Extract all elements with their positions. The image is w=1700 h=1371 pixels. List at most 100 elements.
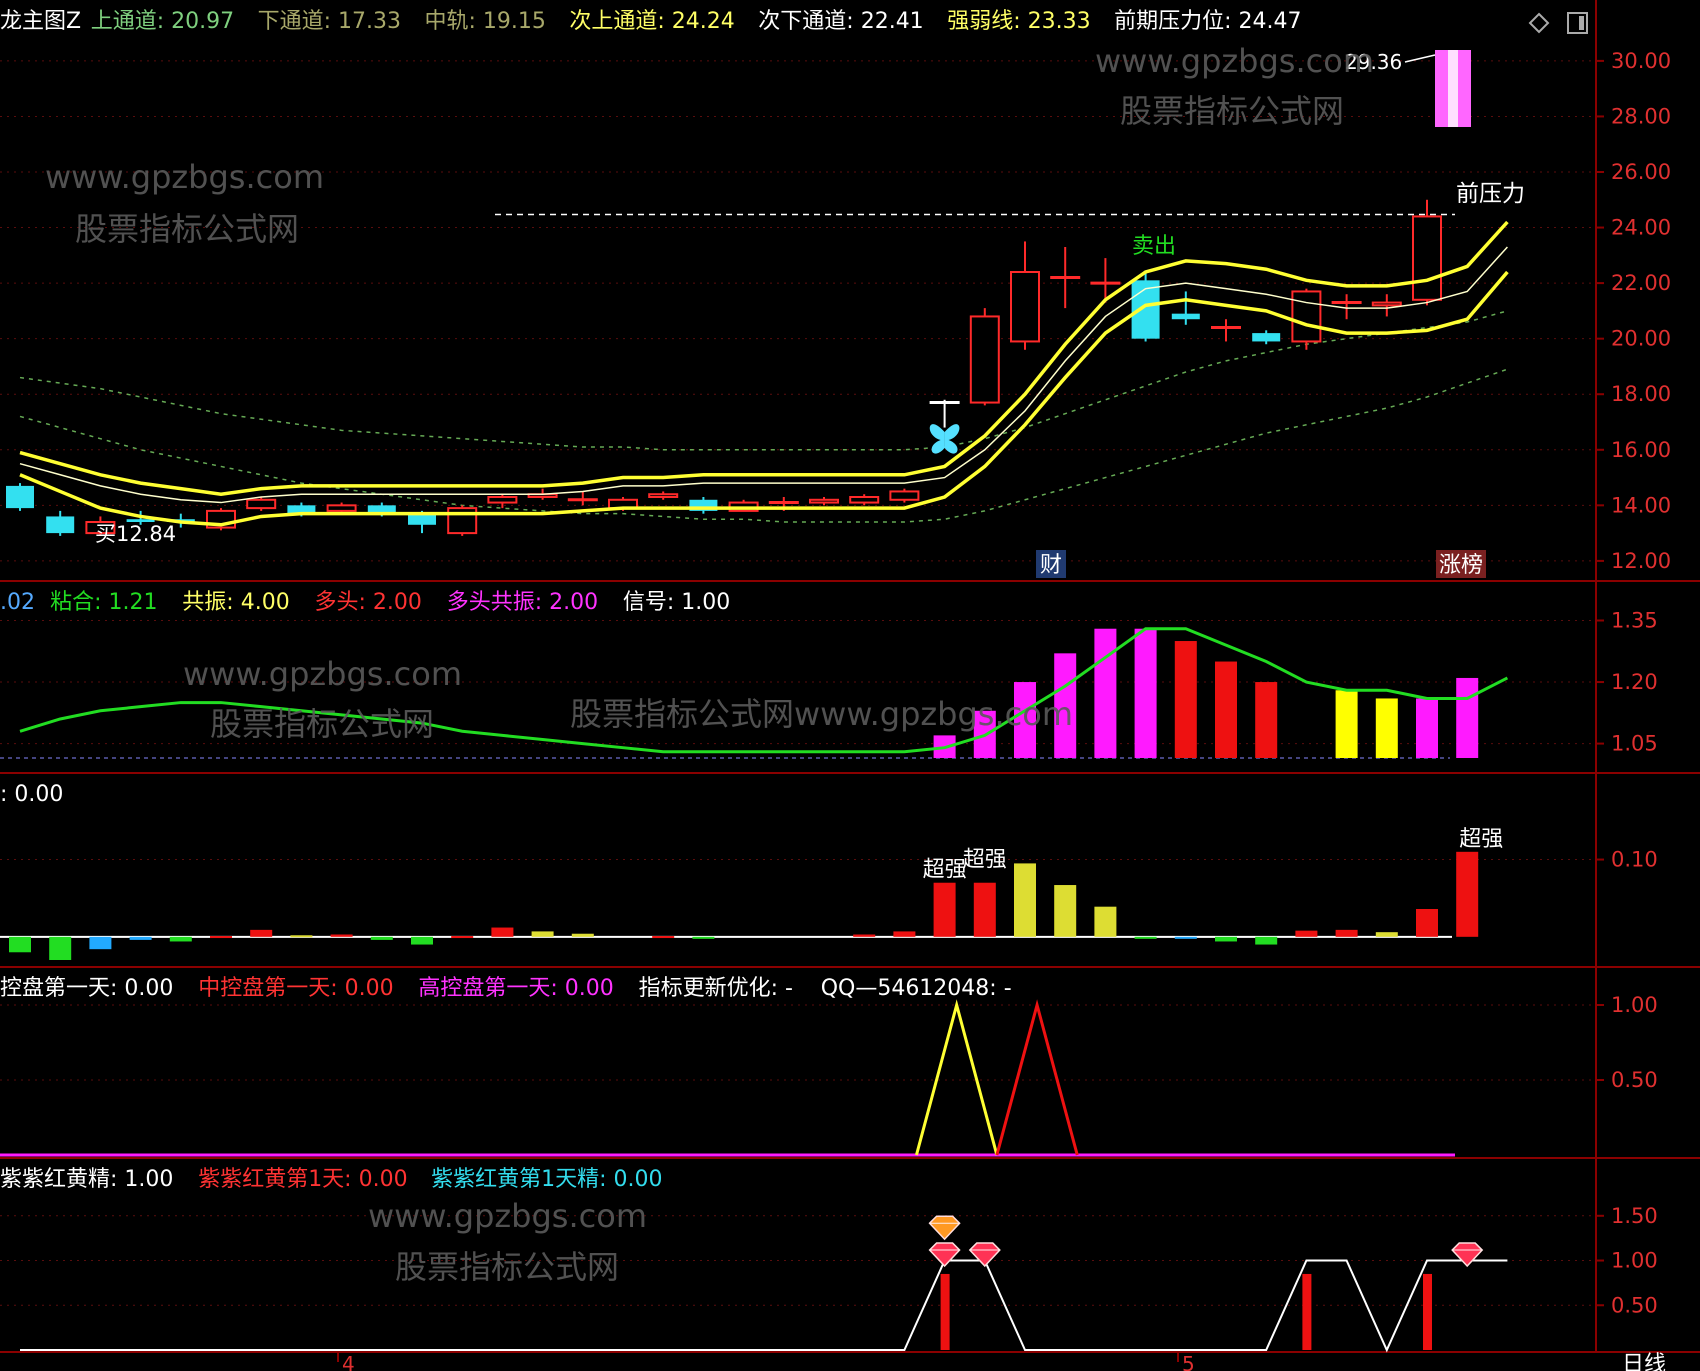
header-item: 上通道: 20.97	[91, 9, 234, 34]
y-tick-label: 1.35	[1611, 609, 1658, 633]
candle-up	[1371, 301, 1402, 307]
header-item: 控盘第一天: 0.00	[0, 976, 173, 1001]
y-tick-label: 1.00	[1611, 1249, 1658, 1273]
watermark-text: 股票指标公式网	[1120, 92, 1344, 130]
window-icon	[1567, 12, 1588, 34]
header-item: 中轨: 19.15	[425, 9, 546, 34]
y-tick-label: 12.00	[1611, 549, 1671, 573]
y-tick-label: 30.00	[1611, 49, 1671, 73]
header-item: 紫紫红黄精: 1.00	[0, 1167, 173, 1192]
sub1-bar	[1094, 628, 1117, 758]
header-item: 次下通道: 22.41	[758, 9, 923, 34]
sub2-bar	[1335, 929, 1358, 937]
watermark-text: www.gpzbgs.com	[45, 158, 324, 196]
sub2-bar	[1416, 909, 1438, 937]
channel-line	[19, 270, 1509, 527]
candle-up	[809, 498, 839, 504]
sub2-bar	[1014, 863, 1036, 937]
y-tick-label: 22.00	[1611, 271, 1671, 295]
sub2-bar	[1094, 906, 1117, 937]
stock-chart: 12.00 14.00 16.00 18.00 20.00 22.00 24.00 26.00…	[0, 0, 1700, 1371]
candle-up	[246, 498, 277, 510]
strong-label: 超强	[923, 858, 967, 883]
sub1-bar	[1456, 677, 1479, 758]
dashed-channel-line	[19, 310, 1508, 451]
sub3-peak-line	[915, 999, 999, 1156]
sub2-bar	[491, 927, 514, 937]
y-tick-label: 0.10	[1611, 848, 1658, 872]
channel-line	[19, 246, 1508, 504]
candle-up	[487, 496, 518, 504]
y-tick-label: 0.50	[1611, 1068, 1658, 1092]
header-item: 多头共振: 2.00	[447, 590, 598, 615]
zhangbang-label: 涨榜	[1439, 553, 1483, 578]
sub2-bar	[1215, 936, 1237, 942]
sub2-bar	[692, 936, 715, 939]
sub2-bar	[370, 936, 393, 940]
peak-bar-shine	[1448, 50, 1458, 127]
header-item: 指标更新优化: -	[639, 976, 793, 1001]
sub2-bar	[531, 931, 554, 937]
header-item: 下通道: 17.33	[258, 9, 401, 34]
sub2-bar	[933, 882, 956, 937]
candle-up	[326, 504, 357, 512]
time-tick-label: 5	[1182, 1352, 1195, 1371]
header-item: .02	[0, 590, 35, 615]
sub2-bar	[893, 931, 916, 937]
header-item: 前期压力位: 24.47	[1114, 9, 1301, 34]
sub2-bar	[9, 936, 31, 953]
watermark-text: 股票指标公式网	[395, 1248, 619, 1286]
candle-up	[969, 315, 1000, 404]
sub2-bar	[1174, 936, 1197, 939]
header-item: 粘合: 1.21	[50, 590, 157, 615]
watermark-text: www.gpzbgs.com	[368, 1197, 647, 1235]
watermark-text: 股票指标公式网	[210, 705, 434, 743]
candle-down	[1171, 313, 1200, 320]
candle-up	[1412, 215, 1442, 301]
candle-up	[1010, 271, 1040, 343]
sub2-bar	[652, 936, 675, 939]
y-tick-label: 26.00	[1611, 160, 1671, 184]
watermark-text: www.gpzbgs.com	[1095, 42, 1374, 80]
header-item: 高控盘第一天: 0.00	[418, 976, 613, 1001]
sub1-bar	[1416, 698, 1438, 758]
sub1-bar	[1335, 690, 1358, 758]
gem-icon	[968, 1242, 1001, 1268]
sub1-bar	[1134, 628, 1157, 758]
candle-up	[447, 507, 478, 535]
sub2-bar	[250, 929, 273, 937]
header-item: 紫紫红黄第1天: 0.00	[198, 1167, 407, 1192]
header-item: 强弱线: 23.33	[947, 9, 1090, 34]
pressure-label: 前压力	[1456, 181, 1525, 207]
sub1-bar	[1375, 698, 1398, 758]
gem-icon	[928, 1215, 961, 1241]
buy-label: 买12.84	[95, 522, 176, 546]
y-tick-label: 1.00	[1611, 993, 1658, 1017]
sub2-bar	[210, 936, 232, 939]
sub2-bar	[129, 936, 152, 940]
gem-icon	[928, 1242, 961, 1268]
period-label: 日线	[1622, 1352, 1666, 1371]
cai-label: 财	[1040, 553, 1062, 578]
y-tick-label: 0.50	[1611, 1293, 1658, 1317]
candle-up	[849, 496, 880, 504]
sub4-spike	[1423, 1273, 1432, 1350]
watermark-layer: www.gpzbgs.com 股票指标公式网 www.gpzbgs.com 股票指标公…	[45, 42, 1374, 1286]
sub2-bar	[973, 882, 996, 937]
header-item: 信号: 1.00	[623, 590, 730, 615]
watermark-text: www.gpzbgs.com	[183, 655, 462, 693]
sub2-bar	[1134, 936, 1157, 939]
candle-down	[6, 485, 34, 509]
sub1-bar	[1215, 661, 1237, 758]
header-item: QQ—54612048: -	[821, 976, 1012, 1001]
peak-pointer	[1404, 54, 1436, 63]
gem-icon	[1451, 1242, 1484, 1268]
sub2-bar	[1295, 930, 1318, 937]
sub2-bar	[89, 936, 112, 950]
sub2-bar	[290, 935, 313, 938]
window-icon-pane	[1579, 16, 1584, 30]
header-item: 次上通道: 24.24	[569, 9, 734, 34]
sub2-bar	[169, 936, 192, 942]
y-tick-label: 28.00	[1611, 104, 1671, 128]
sub2-bar	[49, 936, 72, 960]
